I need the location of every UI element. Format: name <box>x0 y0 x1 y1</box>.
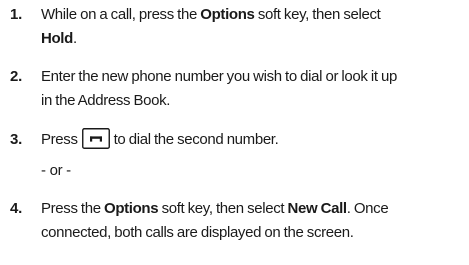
step-number: 2. <box>10 68 23 85</box>
step-number: 3. <box>10 131 23 148</box>
hold-option-label: Hold <box>41 30 73 47</box>
step-text: Press the Options soft key, then select … <box>41 200 389 241</box>
options-key-label: Options <box>200 6 255 23</box>
step-text: Press to dial the second number. <box>41 128 466 152</box>
options-key-label: Options <box>104 200 159 217</box>
or-separator: - or - <box>41 162 71 179</box>
step-text: While on a call, press the Options soft … <box>41 6 381 47</box>
step-number: 1. <box>10 6 23 23</box>
step-text: Enter the new phone number you wish to d… <box>41 68 397 109</box>
end-call-key-icon <box>81 128 110 149</box>
new-call-option-label: New Call <box>287 200 348 217</box>
step-number: 4. <box>10 200 23 217</box>
instruction-list: 1. While on a call, press the Options so… <box>0 0 469 265</box>
